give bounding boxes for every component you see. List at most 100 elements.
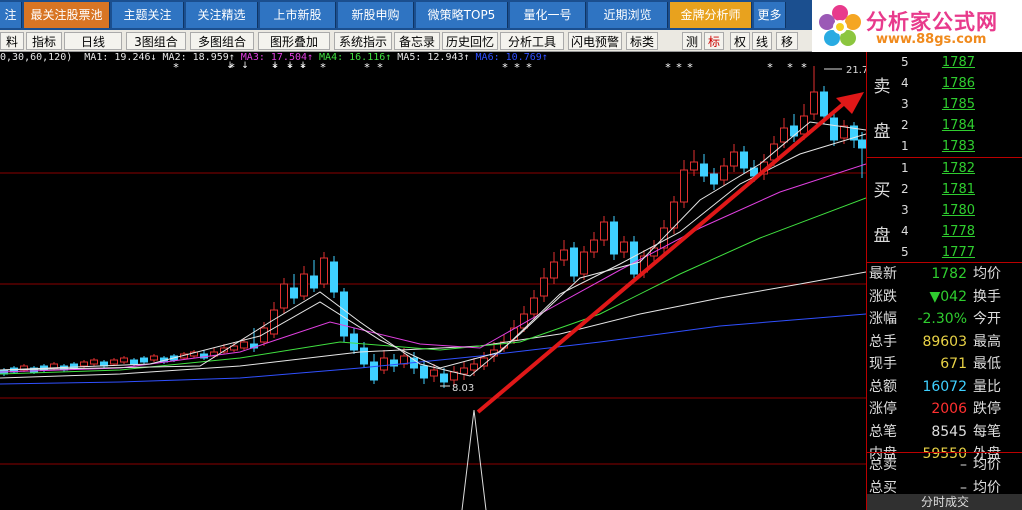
quote-value: 671: [940, 356, 967, 372]
quote-key: 最低: [973, 356, 1001, 372]
volume: 231: [981, 94, 1022, 115]
quote-key: 最新: [869, 266, 897, 282]
toolbar-button[interactable]: 历史回忆: [442, 32, 498, 50]
toolbar-button[interactable]: 系统指示: [334, 32, 392, 50]
volume: 168: [981, 115, 1022, 136]
candle-body: [130, 359, 138, 365]
low-price-label: 8.03: [452, 383, 474, 394]
candle-body: [660, 227, 668, 249]
toolbar-button[interactable]: 标类: [626, 32, 658, 50]
toolbar-button[interactable]: 分析工具: [500, 32, 564, 50]
top-tab[interactable]: 注: [0, 2, 22, 28]
tick-detail-tab[interactable]: 分时成交: [867, 494, 1022, 510]
level: 3: [901, 97, 909, 111]
quote-key: 涨幅: [869, 311, 897, 327]
candle-body: [90, 359, 98, 365]
candle-body: [820, 91, 828, 117]
candle-body: [380, 357, 388, 371]
level: 2: [901, 182, 909, 196]
candle-body: [280, 283, 288, 309]
candle-body: [530, 297, 538, 315]
ma-value: MA1: 19.246↓: [84, 52, 157, 63]
top-tab[interactable]: 上市新股: [260, 2, 336, 28]
candle-body: [720, 165, 728, 181]
quote-value: –: [960, 457, 967, 473]
candle-body: [140, 357, 148, 363]
candle-body: [830, 117, 838, 141]
quote-key: 涨停: [869, 401, 897, 417]
toolbar-button[interactable]: 标: [704, 32, 724, 50]
ma-curve: [0, 197, 866, 375]
candle-body: [440, 373, 448, 383]
candle-body: [550, 261, 558, 279]
toolbar-button[interactable]: 闪电预警: [568, 32, 622, 50]
quote-key: 总卖: [869, 457, 897, 473]
quote-row: 涨停 2006 跌停: [867, 398, 1022, 421]
toolbar-button[interactable]: 线: [752, 32, 772, 50]
ask-row[interactable]: 1 1783 14: [897, 136, 1022, 157]
candle-body: [370, 361, 378, 381]
ask-row[interactable]: 3 1785 231: [897, 94, 1022, 115]
quote-value: 2006: [931, 401, 967, 417]
quote-key: 均价: [973, 266, 1001, 282]
candle-body: [290, 287, 298, 299]
top-tab[interactable]: 主题关注: [112, 2, 184, 28]
candle-body: [560, 249, 568, 261]
candle-body: [350, 333, 358, 351]
ma-value: MA3: 17.504↑: [240, 52, 314, 63]
ask-row[interactable]: 2 1784 168: [897, 115, 1022, 136]
toolbar-button[interactable]: 备忘录: [394, 32, 440, 50]
bid-row[interactable]: 1 1782 144: [897, 158, 1022, 179]
quote-key: 量比: [973, 378, 1001, 395]
signal-star: *: [767, 61, 773, 74]
ask-row[interactable]: 5 1787 14: [897, 52, 1022, 73]
price: 1781: [941, 182, 975, 197]
toolbar-button[interactable]: 图形叠加: [258, 32, 330, 50]
top-tab[interactable]: 微策略TOP5: [416, 2, 508, 28]
toolbar-button[interactable]: 料: [0, 32, 24, 50]
kline-chart[interactable]: *****************↓↓↓↓↓21.788.03: [0, 52, 866, 510]
top-tab[interactable]: 最关注股票池: [24, 2, 110, 28]
ask-row[interactable]: 4 1786 147: [897, 73, 1022, 94]
bid-row[interactable]: 5 1777 1: [897, 242, 1022, 263]
candle-body: [110, 359, 118, 365]
candle-body: [610, 221, 618, 255]
toolbar: 料指标 日线 3图组合 多图组合 图形叠加 系统指示 备忘录 历史回忆 分析工具 闪电预警 标类 测标…: [0, 30, 812, 52]
top-tab[interactable]: 关注精选: [186, 2, 258, 28]
candle-body: [790, 125, 798, 137]
top-tab[interactable]: 量化一号: [510, 2, 586, 28]
level: 2: [901, 118, 909, 132]
bid-row[interactable]: 2 1781 6: [897, 179, 1022, 200]
toolbar-button[interactable]: 3图组合: [126, 32, 186, 50]
top-tab[interactable]: 近期浏览: [588, 2, 668, 28]
toolbar-button[interactable]: 日线: [64, 32, 122, 50]
quote-row: 总手 89603 最高: [867, 331, 1022, 354]
ma-curve: [0, 133, 866, 371]
toolbar-button[interactable]: 多图组合: [190, 32, 254, 50]
candle-body: [690, 161, 698, 171]
candle-body: [330, 261, 338, 293]
toolbar-button[interactable]: 移: [776, 32, 798, 50]
quote-row: 涨幅 -2.30% 今开: [867, 308, 1022, 331]
signal-star: *: [687, 61, 693, 74]
quote-row: 最新 1782 均价: [867, 263, 1022, 286]
bid-row[interactable]: 4 1778 68: [897, 221, 1022, 242]
quote-key: 总手: [869, 333, 897, 350]
bid-row[interactable]: 3 1780 262: [897, 200, 1022, 221]
level: 5: [901, 55, 909, 69]
quote-value: 1782: [931, 266, 967, 282]
quote-value: 89603: [922, 333, 967, 350]
top-tab[interactable]: 更多: [754, 2, 786, 28]
toolbar-button[interactable]: 指标: [26, 32, 62, 50]
quote-key: 总笔: [869, 423, 897, 440]
top-tab[interactable]: 新股申购: [338, 2, 414, 28]
quote-value: ▼042: [929, 288, 968, 305]
top-tab[interactable]: 金牌分析师: [670, 2, 752, 28]
toolbar-button[interactable]: 测: [682, 32, 702, 50]
candle-body: [540, 277, 548, 297]
signal-star: *: [801, 61, 807, 74]
volume: 14: [981, 136, 1022, 157]
toolbar-button[interactable]: 权: [730, 32, 750, 50]
candle-body: [400, 355, 408, 365]
candle-body: [730, 151, 738, 167]
